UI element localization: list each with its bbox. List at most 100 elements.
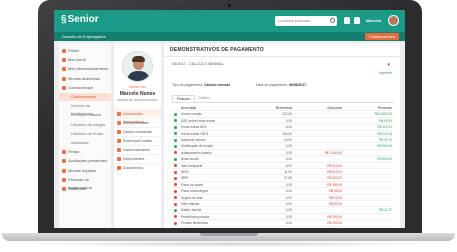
document-icon [117,112,121,116]
sidebar-item-label: Meu dimensionamento [68,66,109,72]
tabs-divider [172,102,394,103]
profile-role: Analista de desenvolvimento [117,98,158,102]
divider [164,56,400,57]
sidebar-item-label: Contracheque [71,94,97,99]
bell-icon[interactable] [344,17,350,24]
sidebar-item-label: Contracheque [68,84,94,90]
status-dot-icon [174,151,177,155]
profile-menu-label: Dados pessoais [123,121,149,125]
profile-menu-item[interactable]: Dados contratuais [114,127,161,135]
profile-name: Marcelo Nunes [119,91,156,97]
profile-photo [122,51,153,82]
laptop-camera [228,4,231,7]
sidebar-item[interactable]: Pessoas do organograma [59,176,111,190]
tab-grafico[interactable]: Gráfico [194,95,214,102]
sidebar-item[interactable]: Contracheque [59,93,111,101]
app-logo[interactable]: §Senior [61,14,99,25]
sidebar-item[interactable]: Minhas ausências [59,75,111,83]
profile-menu-label: Documentos [123,166,144,170]
print-link[interactable]: Imprimir [379,71,392,75]
document-icon [117,166,121,170]
status-dot-icon [174,132,177,136]
menu-icon [62,187,66,191]
menu-icon [62,177,66,182]
sidebar: Painel Meu perfil Meu dimensionamento Minha… [59,43,111,228]
total-earning: R$ 5.112,64 [348,227,392,229]
status-dot-icon [174,183,177,187]
sidebar-item[interactable]: Minhas equipes [59,167,111,175]
status-dot-icon [174,221,177,225]
status-dot-icon [174,215,177,219]
profile-menu-label: Endereço/Contato [123,139,152,143]
sidebar-item[interactable]: Painel [59,47,111,55]
sidebar-item[interactable]: Histórico de férias [59,130,111,138]
menu-icon [62,168,66,173]
profile-panel: Alterar foto Marcelo Nunes Analista de d… [114,43,161,228]
period-select[interactable]: 05/2017 - CÁLCULO MENSAL [172,62,224,66]
sidebar-item[interactable]: Relatórios [59,185,111,193]
profile-menu-item[interactable]: Informações demográficas [114,109,161,124]
document-icon [117,148,121,152]
status-dot-icon [174,164,177,168]
profile-menu-item[interactable]: Endereço/Contato [114,136,161,144]
chevron-down-icon[interactable]: ▾ [387,62,390,68]
sidebar-item[interactable]: Evolução salarial [59,111,111,119]
sidebar-item[interactable]: Histórico de cargos [59,121,111,129]
status-dot-icon [174,138,177,142]
total-discount: R$ 3.010,23 [302,227,342,229]
profile-menu-label: Dados contratuais [123,130,152,134]
help-icon[interactable] [354,17,360,24]
sidebar-item[interactable]: Meu perfil [59,56,111,64]
top-bar: §Senior Localizar pessoas... Marcelo [54,10,405,32]
menu-icon [62,58,66,63]
profile-menu-item[interactable]: Documentos [114,163,161,171]
tab-resumo[interactable]: Resumo [172,95,196,102]
sidebar-item-label: Histórico de cargos [71,121,106,127]
sidebar-item-label: Meu perfil [68,57,86,63]
sidebar-item[interactable]: Avaliações pendentes [59,157,111,165]
app-screen: §Senior Localizar pessoas... Marcelo Dos… [54,10,405,228]
payment-date: Data do pagamento: 05/06/2017 [256,83,306,87]
status-dot-icon [174,170,177,174]
search-input[interactable]: Localizar pessoas... [275,16,337,26]
sidebar-item[interactable]: Informe de rendimentos [59,102,111,116]
status-dot-icon [174,157,177,161]
sidebar-item-label: Atestados [71,140,89,145]
document-icon [117,121,121,125]
avatar-hair [132,56,145,62]
page-title: Dossiês de Empregados [62,34,106,39]
sidebar-item[interactable]: Contracheque [59,84,111,92]
sidebar-item-label: Relatórios [68,186,87,191]
status-dot-icon [174,177,177,181]
sidebar-item[interactable]: Férias [59,148,111,156]
payment-date-value: 05/06/2017 [288,83,307,87]
page-header: Dossiês de Empregados Colaboradores [54,32,405,41]
menu-icon [62,85,66,90]
document-icon [117,157,121,161]
profile-menu-item[interactable]: Dependentes [114,154,161,162]
laptop-notch [200,233,258,236]
sidebar-item-label: Minhas ausências [68,75,101,81]
menu-icon [62,67,66,72]
menu-icon [62,49,66,53]
sidebar-item[interactable]: Atestados [59,139,111,147]
logo-mark-icon: § [61,14,67,25]
header-action-button[interactable]: Colaboradores [364,33,399,40]
logo-text: Senior [67,14,99,25]
user-name[interactable]: Marcelo [366,18,381,23]
sidebar-item-label: Painel [68,48,80,53]
table-total-row: Total R$ 3.010,23 R$ 5.112,64 [172,227,394,229]
user-avatar[interactable] [388,15,399,26]
status-dot-icon [174,113,177,117]
status-dot-icon [174,125,177,129]
sidebar-item-label: Minhas equipes [68,167,97,173]
change-photo-link[interactable]: Alterar foto [114,85,161,89]
profile-menu-label: Dependentes [123,157,145,161]
profile-menu-item[interactable]: Dados pessoais [114,118,161,126]
avatar-body [127,71,150,81]
sidebar-item[interactable]: Meu dimensionamento [59,65,111,73]
status-dot-icon [174,119,177,123]
main-content: DEMONSTRATIVOS DE PAGAMENTO 05/2017 - CÁ… [164,43,400,228]
document-icon [117,139,121,143]
profile-menu-item[interactable]: Dados bancários [114,145,161,153]
